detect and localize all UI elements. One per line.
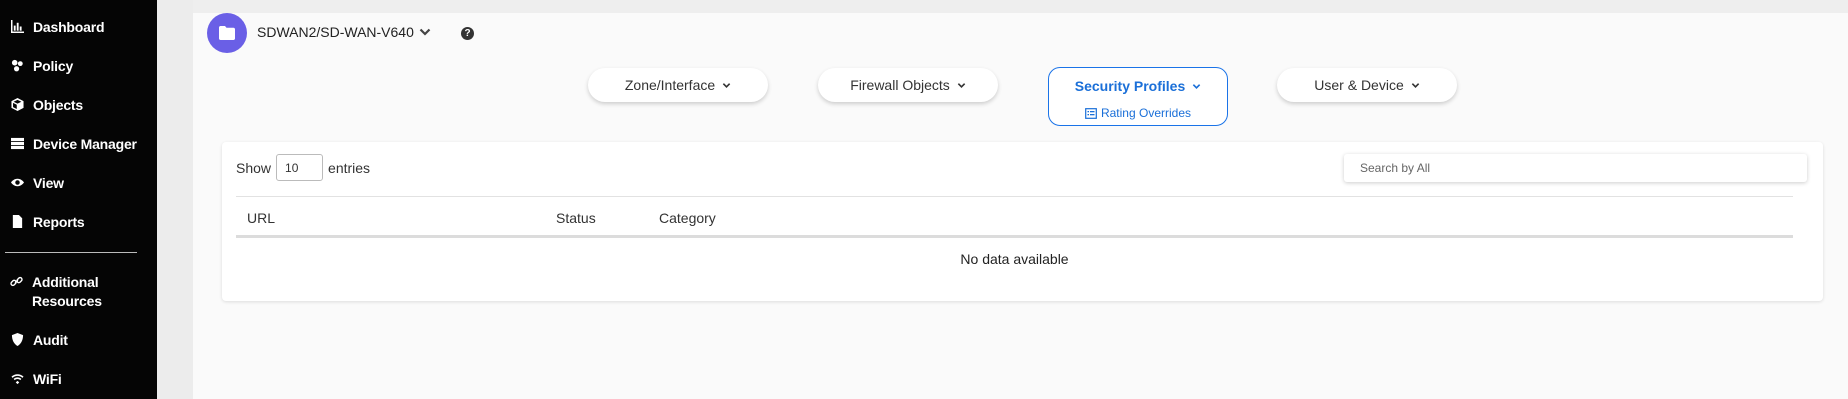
tab-user-device[interactable]: User & Device: [1277, 68, 1457, 102]
chevron-down-icon: [1193, 83, 1201, 89]
column-header-status[interactable]: Status: [556, 210, 596, 226]
chevron-down-icon: [957, 82, 966, 88]
table-header: URL Status Category: [236, 196, 1793, 238]
sidebar-item-label: Additional Resources: [32, 274, 102, 309]
sidebar-item-label: Dashboard: [33, 19, 105, 35]
rating-overrides-label: Rating Overrides: [1100, 106, 1192, 120]
rating-overrides-card: Show entries URL Status Category No data…: [222, 142, 1823, 301]
sidebar-item-label: Reports: [33, 214, 85, 230]
device-name: SDWAN2/SD-WAN-V640: [257, 24, 414, 40]
cube-icon: [10, 97, 24, 111]
chevron-down-icon: [1411, 82, 1419, 88]
sidebar-item-device-manager[interactable]: Device Manager: [10, 135, 137, 154]
sidebar-item-view[interactable]: View: [10, 174, 64, 193]
sidebar-item-objects[interactable]: Objects: [10, 96, 83, 115]
empty-table-message: No data available: [960, 251, 1069, 267]
tab-firewall-objects[interactable]: Firewall Objects: [818, 68, 998, 102]
chevron-down-icon: [419, 28, 431, 36]
sidebar-item-label: WiFi: [33, 371, 62, 387]
entries-per-page-input[interactable]: [276, 154, 324, 181]
sidebar-item-label: Audit: [33, 332, 68, 348]
search-input[interactable]: [1344, 154, 1807, 182]
entries-label: entries: [328, 159, 371, 176]
column-header-url[interactable]: URL: [247, 210, 275, 226]
shield-icon: [10, 332, 24, 346]
sitemap-icon: [10, 58, 24, 72]
top-strip: [193, 0, 1848, 13]
sidebar-item-label: Device Manager: [33, 136, 137, 152]
folder-icon: [219, 26, 235, 40]
sidebar-item-label: Policy: [33, 58, 74, 74]
file-icon: [10, 214, 24, 228]
wifi-icon: [10, 371, 24, 385]
chevron-down-icon: [722, 82, 731, 88]
sidebar-item-reports[interactable]: Reports: [10, 213, 85, 232]
sidebar-item-wifi[interactable]: WiFi: [10, 370, 62, 389]
sidebar-divider: [5, 252, 137, 253]
chart-bar-icon: [10, 19, 24, 33]
sidebar-item-policy[interactable]: Policy: [10, 57, 73, 76]
link-icon: [10, 274, 23, 288]
tab-label: Security Profiles: [1074, 78, 1186, 94]
tab-label: User & Device: [1314, 77, 1404, 93]
sidebar: Dashboard Policy Objects Device Manager …: [0, 0, 157, 399]
help-glyph: ?: [464, 28, 471, 39]
help-icon[interactable]: ?: [461, 27, 474, 40]
sidebar-item-dashboard[interactable]: Dashboard: [10, 18, 105, 37]
column-header-category[interactable]: Category: [659, 210, 716, 226]
entries-length-control: Show entries: [236, 154, 370, 181]
tab-security-profiles-title[interactable]: Security Profiles: [1049, 78, 1227, 94]
list-alt-icon: [1085, 107, 1097, 119]
tab-security-profiles[interactable]: Security Profiles Rating Overrides: [1048, 67, 1228, 126]
sidebar-item-label: Objects: [33, 97, 83, 113]
sidebar-gutter: [157, 0, 193, 399]
sidebar-item-audit[interactable]: Audit: [10, 331, 68, 350]
server-icon: [10, 136, 24, 150]
rating-overrides-link[interactable]: Rating Overrides: [1049, 106, 1227, 120]
tab-label: Zone/Interface: [624, 77, 716, 93]
show-label: Show: [236, 159, 272, 176]
folder-badge[interactable]: [207, 13, 247, 53]
tab-label: Firewall Objects: [850, 77, 950, 93]
eye-icon: [10, 175, 24, 189]
tab-zone-interface[interactable]: Zone/Interface: [588, 68, 768, 102]
sidebar-item-additional-resources[interactable]: Additional Resources: [10, 273, 120, 311]
sidebar-item-label: View: [33, 175, 64, 191]
device-selector[interactable]: SDWAN2/SD-WAN-V640: [257, 24, 431, 40]
